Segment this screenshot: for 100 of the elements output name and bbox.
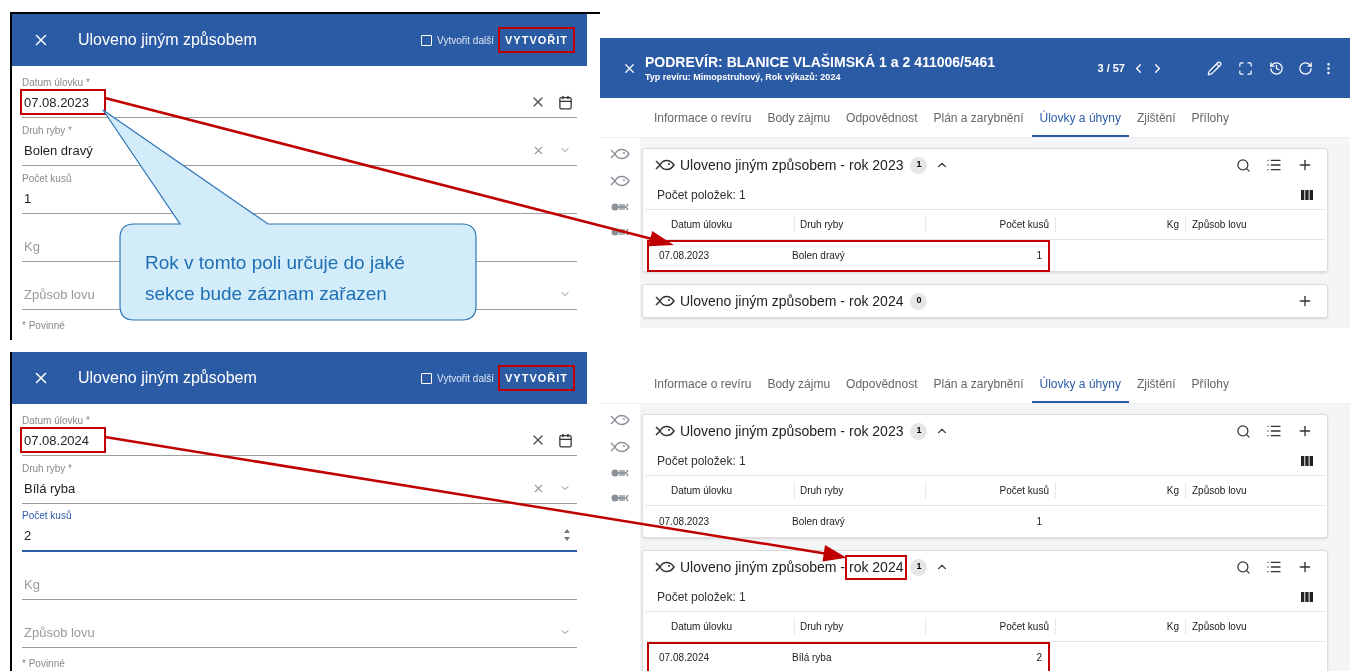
table-cell-text: 07.08.2024 <box>659 651 711 665</box>
field-label: Počet kusů <box>22 173 72 185</box>
column-header[interactable]: Způsob lovu <box>1186 619 1325 634</box>
count-badge: 1 <box>910 156 928 174</box>
input-field[interactable]: Kg <box>20 571 112 597</box>
fish-icon[interactable] <box>610 175 630 187</box>
field-label: Datum úlovku * <box>22 415 90 427</box>
list-icon[interactable] <box>1266 157 1282 173</box>
search-icon[interactable] <box>1236 157 1251 173</box>
column-header[interactable]: Datum úlovku <box>645 483 795 498</box>
column-header[interactable]: Druh ryby <box>795 483 926 498</box>
items-count: Počet položek: 1 <box>657 589 746 606</box>
input-field[interactable]: Způsob lovu <box>20 619 112 645</box>
list-icon[interactable] <box>1266 559 1282 575</box>
fish-skeleton-icon[interactable] <box>611 202 629 212</box>
tab[interactable]: Přílohy <box>1183 367 1237 403</box>
search-icon[interactable] <box>1236 423 1251 439</box>
input-field[interactable]: Bílá ryba <box>20 475 112 501</box>
add-icon[interactable] <box>1297 559 1313 575</box>
field-label: Druh ryby * <box>22 125 72 137</box>
column-header[interactable]: Způsob lovu <box>1186 483 1325 498</box>
fish-skeleton-icon[interactable] <box>611 493 629 503</box>
column-header[interactable]: Počet kusů <box>926 483 1056 498</box>
tab[interactable]: Zjištění <box>1128 367 1184 403</box>
fullscreen-icon[interactable] <box>1238 60 1253 76</box>
tab[interactable]: Přílohy <box>1183 101 1237 137</box>
column-header[interactable]: Počet kusů <box>926 217 1056 232</box>
table-cell-text: 07.08.2023 <box>659 515 711 529</box>
section-title: Uloveno jiným způsobem - <box>680 291 845 311</box>
tab[interactable]: Informace o revíru <box>646 367 760 403</box>
fish-icon[interactable] <box>610 441 630 453</box>
dialog-title: Uloveno jiným způsobem <box>78 368 257 388</box>
column-header[interactable]: Kg <box>1056 619 1186 634</box>
table-cell-text: Bolen dravý <box>791 249 846 263</box>
fish-icon <box>655 295 675 307</box>
column-header[interactable]: Počet kusů <box>926 619 1056 634</box>
tab[interactable]: Body zájmu <box>759 367 839 403</box>
items-count: Počet položek: 1 <box>657 453 746 470</box>
tab[interactable]: Body zájmu <box>759 101 839 137</box>
columns-icon[interactable] <box>1301 456 1313 466</box>
input-field[interactable]: 1 <box>20 185 112 211</box>
table-cell-text: 1 <box>1035 515 1043 529</box>
checkbox[interactable] <box>421 34 433 46</box>
section-title: Uloveno jiným způsobem - <box>680 155 845 175</box>
tab[interactable]: Informace o revíru <box>646 101 760 137</box>
input-field[interactable]: Způsob lovu <box>20 281 112 307</box>
record-title: PODREVÍR: BLANICE VLAŠIMSKÁ 1 a 2 411006/5461 <box>645 53 996 71</box>
add-icon[interactable] <box>1297 157 1313 173</box>
required-note: * Povinné <box>22 319 65 333</box>
spinner-icon[interactable] <box>563 528 571 542</box>
tab[interactable]: Plán a zarybnění <box>925 367 1032 403</box>
calendar-icon[interactable] <box>558 432 573 448</box>
fish-icon <box>655 159 675 171</box>
checkbox-label[interactable]: Vytvořit další <box>437 32 494 48</box>
table-cell-text: 2 <box>1035 651 1043 665</box>
record-subtitle: Typ revíru: Mimopstruhový, Rok výkazů: 2024 <box>645 71 842 83</box>
input-field[interactable]: 07.08.2024 <box>20 427 106 453</box>
table-cell-text: Bolen dravý <box>791 515 846 529</box>
table-cell-text: 07.08.2023 <box>659 249 711 263</box>
calendar-icon[interactable] <box>558 94 573 110</box>
checkbox[interactable] <box>421 372 433 384</box>
section-year: rok 2024 <box>844 554 908 580</box>
search-icon[interactable] <box>1236 559 1251 575</box>
columns-icon[interactable] <box>1301 190 1313 200</box>
list-icon[interactable] <box>1266 423 1282 439</box>
callout-text: Rok v tomto poli určuje do jaké sekce bude záznam zařazen <box>145 251 406 306</box>
create-button[interactable]: VYTVOŘIT <box>498 365 575 391</box>
edit-icon[interactable] <box>1207 60 1222 76</box>
section-title: Uloveno jiným způsobem - <box>680 421 845 441</box>
column-header[interactable]: Způsob lovu <box>1186 217 1325 232</box>
fish-icon[interactable] <box>610 148 630 160</box>
section-year: rok 2024 <box>847 291 905 311</box>
create-button[interactable]: VYTVOŘIT <box>498 27 575 53</box>
input-field[interactable]: 07.08.2023 <box>20 89 106 115</box>
history-icon[interactable] <box>1269 60 1284 76</box>
tab[interactable]: Zjištění <box>1128 101 1184 137</box>
fish-icon <box>655 425 675 437</box>
dialog-title: Uloveno jiným způsobem <box>78 30 257 50</box>
add-icon[interactable] <box>1297 293 1313 309</box>
pager-text: 3 / 57 <box>1097 60 1125 76</box>
input-field[interactable]: 2 <box>20 522 112 548</box>
column-header[interactable]: Kg <box>1056 217 1186 232</box>
column-header[interactable]: Kg <box>1056 483 1186 498</box>
refresh-icon[interactable] <box>1298 60 1313 76</box>
fish-icon[interactable] <box>610 414 630 426</box>
tab[interactable]: Odpovědnost <box>838 101 926 137</box>
count-badge: 0 <box>910 292 928 310</box>
column-header[interactable]: Datum úlovku <box>645 619 795 634</box>
input-field[interactable]: Bolen dravý <box>20 137 112 163</box>
column-header[interactable]: Druh ryby <box>795 217 926 232</box>
tab[interactable]: Odpovědnost <box>838 367 926 403</box>
column-header[interactable]: Druh ryby <box>795 619 926 634</box>
fish-skeleton-icon[interactable] <box>611 468 629 478</box>
required-note: * Povinné <box>22 657 65 671</box>
columns-icon[interactable] <box>1301 592 1313 602</box>
field-label: Datum úlovku * <box>22 77 90 89</box>
checkbox-label[interactable]: Vytvořit další <box>437 370 494 386</box>
input-field[interactable]: Kg <box>20 233 112 259</box>
add-icon[interactable] <box>1297 423 1313 439</box>
tab[interactable]: Plán a zarybnění <box>925 101 1032 137</box>
